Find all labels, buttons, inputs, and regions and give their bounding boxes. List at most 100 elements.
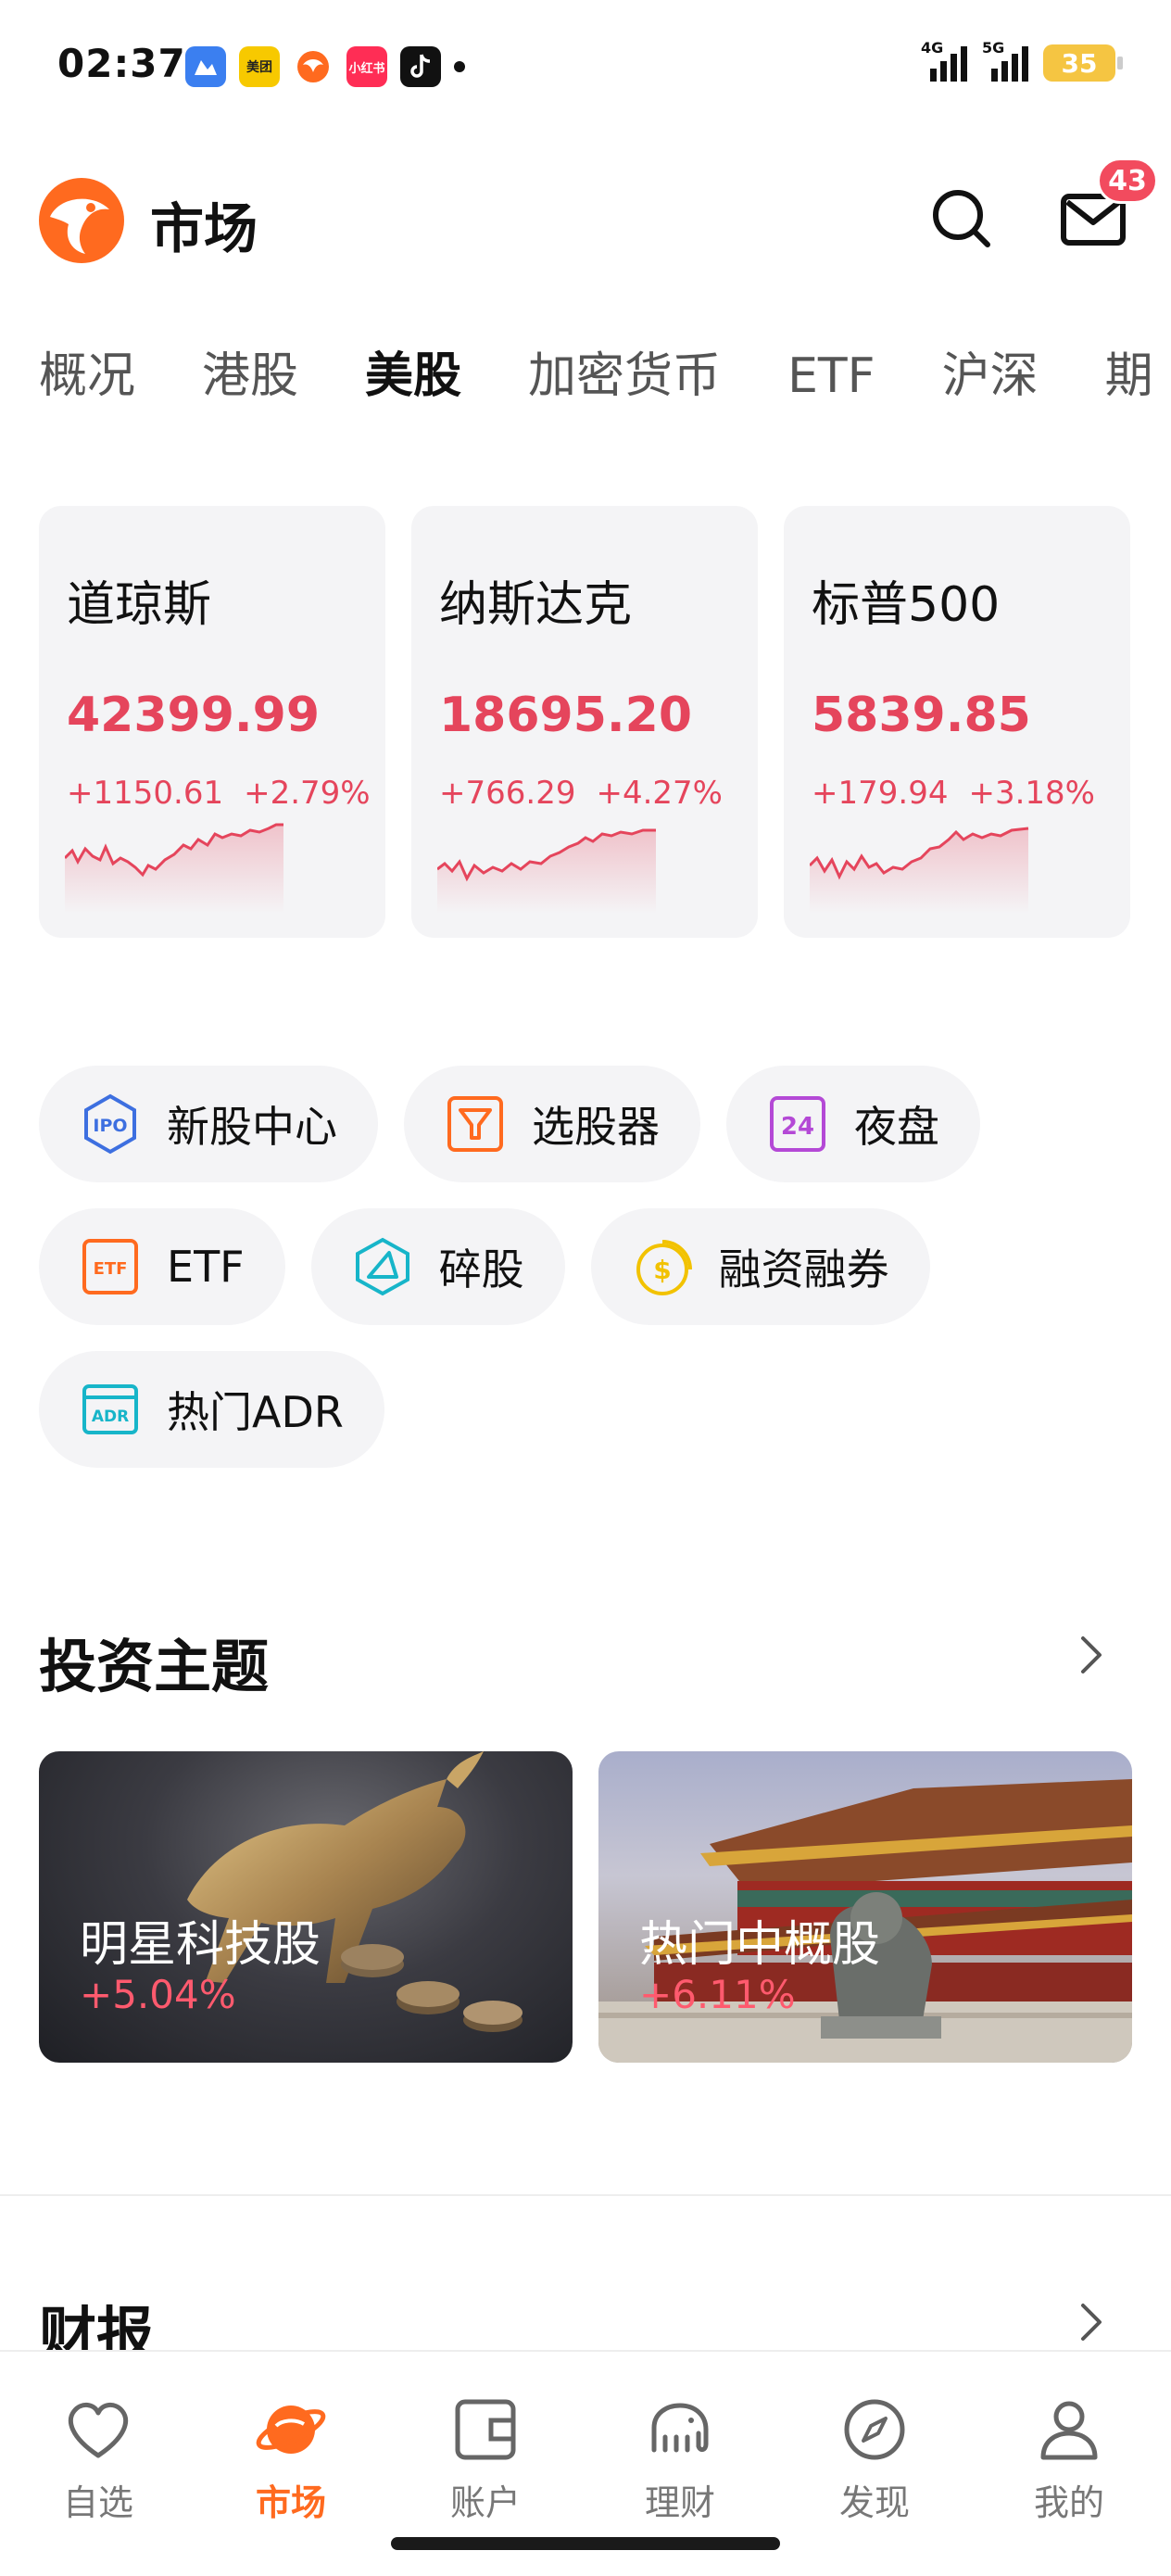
tab-futures[interactable]: 期 <box>1105 339 1153 423</box>
notification-icons: 美团 小红书 <box>185 46 465 87</box>
shortcut-hot-adr[interactable]: ADR 热门ADR <box>39 1351 384 1468</box>
earnings-more-button[interactable] <box>1073 2294 1110 2350</box>
planet-icon <box>256 2406 326 2454</box>
person-icon <box>1040 2401 1098 2460</box>
tiktok-app-icon <box>400 46 441 87</box>
nav-label: 我的 <box>1033 2482 1104 2523</box>
etf-icon: ETF <box>80 1236 141 1297</box>
index-change-points: +766.29 <box>439 775 576 812</box>
index-change: +766.29 +4.27% <box>439 775 723 812</box>
search-button[interactable] <box>925 182 999 256</box>
nav-label: 发现 <box>838 2482 910 2523</box>
compass-icon <box>844 2399 905 2460</box>
shortcut-label: 融资融券 <box>718 1244 889 1294</box>
home-indicator[interactable] <box>391 2537 780 2550</box>
app-header: 市场 43 <box>0 158 1171 269</box>
shortcut-odd-lot[interactable]: 碎股 <box>310 1208 565 1325</box>
index-sparkline <box>810 827 1029 914</box>
tab-etf[interactable]: ETF <box>787 339 875 423</box>
signal-5g-icon: 5G <box>982 39 1028 82</box>
signal-4g-icon: 4G <box>921 39 967 82</box>
shortcut-label: 选股器 <box>532 1102 660 1152</box>
svg-text:ADR: ADR <box>92 1408 129 1426</box>
adr-icon: ADR <box>80 1379 141 1440</box>
nav-label: 账户 <box>449 2482 521 2523</box>
shortcut-label: 夜盘 <box>854 1102 939 1152</box>
futu-app-icon <box>293 46 334 87</box>
index-change-points: +179.94 <box>812 775 949 812</box>
nav-label: 自选 <box>62 2482 133 2523</box>
night-session-icon: 24 <box>767 1093 828 1155</box>
status-bar: 02:37 美团 小红书 4G 5G 35 <box>0 0 1171 139</box>
theme-card-china-adr[interactable]: 热门中概股 +6.11% <box>598 1751 1132 2063</box>
index-name: 道琼斯 <box>67 577 212 633</box>
shortcut-etf[interactable]: ETF ETF <box>39 1208 285 1325</box>
nav-label: 理财 <box>644 2482 715 2523</box>
theme-change: +6.11% <box>639 1972 796 2017</box>
index-card-sp500[interactable]: 标普500 5839.85 +179.94 +3.18% <box>784 506 1130 938</box>
tab-hk-stocks[interactable]: 港股 <box>202 339 298 423</box>
elephant-icon <box>651 2403 709 2453</box>
system-icons: 4G 5G 35 <box>921 39 1123 82</box>
nav-discover[interactable]: 发现 <box>810 2393 939 2525</box>
nav-profile[interactable]: 我的 <box>1004 2393 1134 2525</box>
index-change-percent: +2.79% <box>244 775 371 812</box>
index-change: +179.94 +3.18% <box>812 775 1095 812</box>
xiaohongshu-app-icon: 小红书 <box>346 46 387 87</box>
index-name: 纳斯达克 <box>439 577 633 633</box>
index-change-points: +1150.61 <box>67 775 224 812</box>
futu-logo-icon <box>37 176 126 265</box>
svg-text:$: $ <box>653 1255 671 1285</box>
shortcut-margin[interactable]: $ 融资融券 <box>590 1208 930 1325</box>
market-tabs: 概况 港股 美股 加密货币 ETF 沪深 期 <box>39 339 1171 423</box>
page-title: 市场 <box>150 197 258 260</box>
margin-icon: $ <box>632 1236 693 1297</box>
svg-text:IPO: IPO <box>93 1116 127 1136</box>
maps-app-icon <box>185 46 226 87</box>
index-name: 标普500 <box>812 577 1001 633</box>
nav-wealth[interactable]: 理财 <box>615 2393 745 2525</box>
index-change-percent: +3.18% <box>968 775 1095 812</box>
tab-a-shares[interactable]: 沪深 <box>942 339 1039 423</box>
tab-crypto[interactable]: 加密货币 <box>528 339 721 423</box>
themes-more-button[interactable] <box>1073 1627 1110 1683</box>
svg-text:ETF: ETF <box>94 1259 128 1279</box>
section-divider <box>0 2194 1171 2196</box>
shortcut-pills: IPO 新股中心 选股器 24 夜盘 ETF ETF 碎股 $ 融资融券 ADR… <box>39 1066 1132 1494</box>
nav-market[interactable]: 市场 <box>226 2393 356 2525</box>
search-icon <box>933 190 990 247</box>
tab-overview[interactable]: 概况 <box>39 339 135 423</box>
nav-label: 市场 <box>255 2482 326 2523</box>
theme-name: 热门中概股 <box>639 1917 881 1973</box>
index-change: +1150.61 +2.79% <box>67 775 371 812</box>
stock-filter-icon <box>445 1093 506 1155</box>
index-card-nasdaq[interactable]: 纳斯达克 18695.20 +766.29 +4.27% <box>411 506 758 938</box>
shortcut-label: 热门ADR <box>167 1387 344 1437</box>
index-card-dow[interactable]: 道琼斯 42399.99 +1150.61 +2.79% <box>39 506 385 938</box>
chevron-right-icon <box>1081 1636 1102 1673</box>
status-time: 02:37 <box>57 41 186 86</box>
tab-us-stocks[interactable]: 美股 <box>365 339 461 423</box>
theme-card-tech[interactable]: 明星科技股 +5.04% <box>39 1751 573 2063</box>
shortcut-label: ETF <box>167 1242 245 1292</box>
shortcut-label: 碎股 <box>438 1244 524 1294</box>
shortcut-label: 新股中心 <box>167 1102 337 1152</box>
ipo-icon: IPO <box>80 1093 141 1155</box>
shortcut-stock-screener[interactable]: 选股器 <box>404 1066 700 1182</box>
index-change-percent: +4.27% <box>596 775 723 812</box>
index-value: 18695.20 <box>439 688 693 743</box>
meituan-app-icon: 美团 <box>239 46 280 87</box>
index-value: 42399.99 <box>67 688 321 743</box>
nav-watchlist[interactable]: 自选 <box>33 2393 163 2525</box>
signal-4g-label: 4G <box>921 39 944 57</box>
shortcut-ipo-center[interactable]: IPO 新股中心 <box>39 1066 378 1182</box>
index-cards: 道琼斯 42399.99 +1150.61 +2.79% 纳斯达克 18695.2… <box>39 506 1132 938</box>
shortcut-night-session[interactable]: 24 夜盘 <box>726 1066 980 1182</box>
signal-5g-label: 5G <box>982 39 1005 57</box>
themes-section-title: 投资主题 <box>39 1633 270 1700</box>
theme-change: +5.04% <box>80 1972 236 2017</box>
chevron-right-icon <box>1081 2304 1102 2341</box>
nav-account[interactable]: 账户 <box>421 2393 550 2525</box>
index-value: 5839.85 <box>812 688 1031 743</box>
index-sparkline <box>437 828 656 914</box>
